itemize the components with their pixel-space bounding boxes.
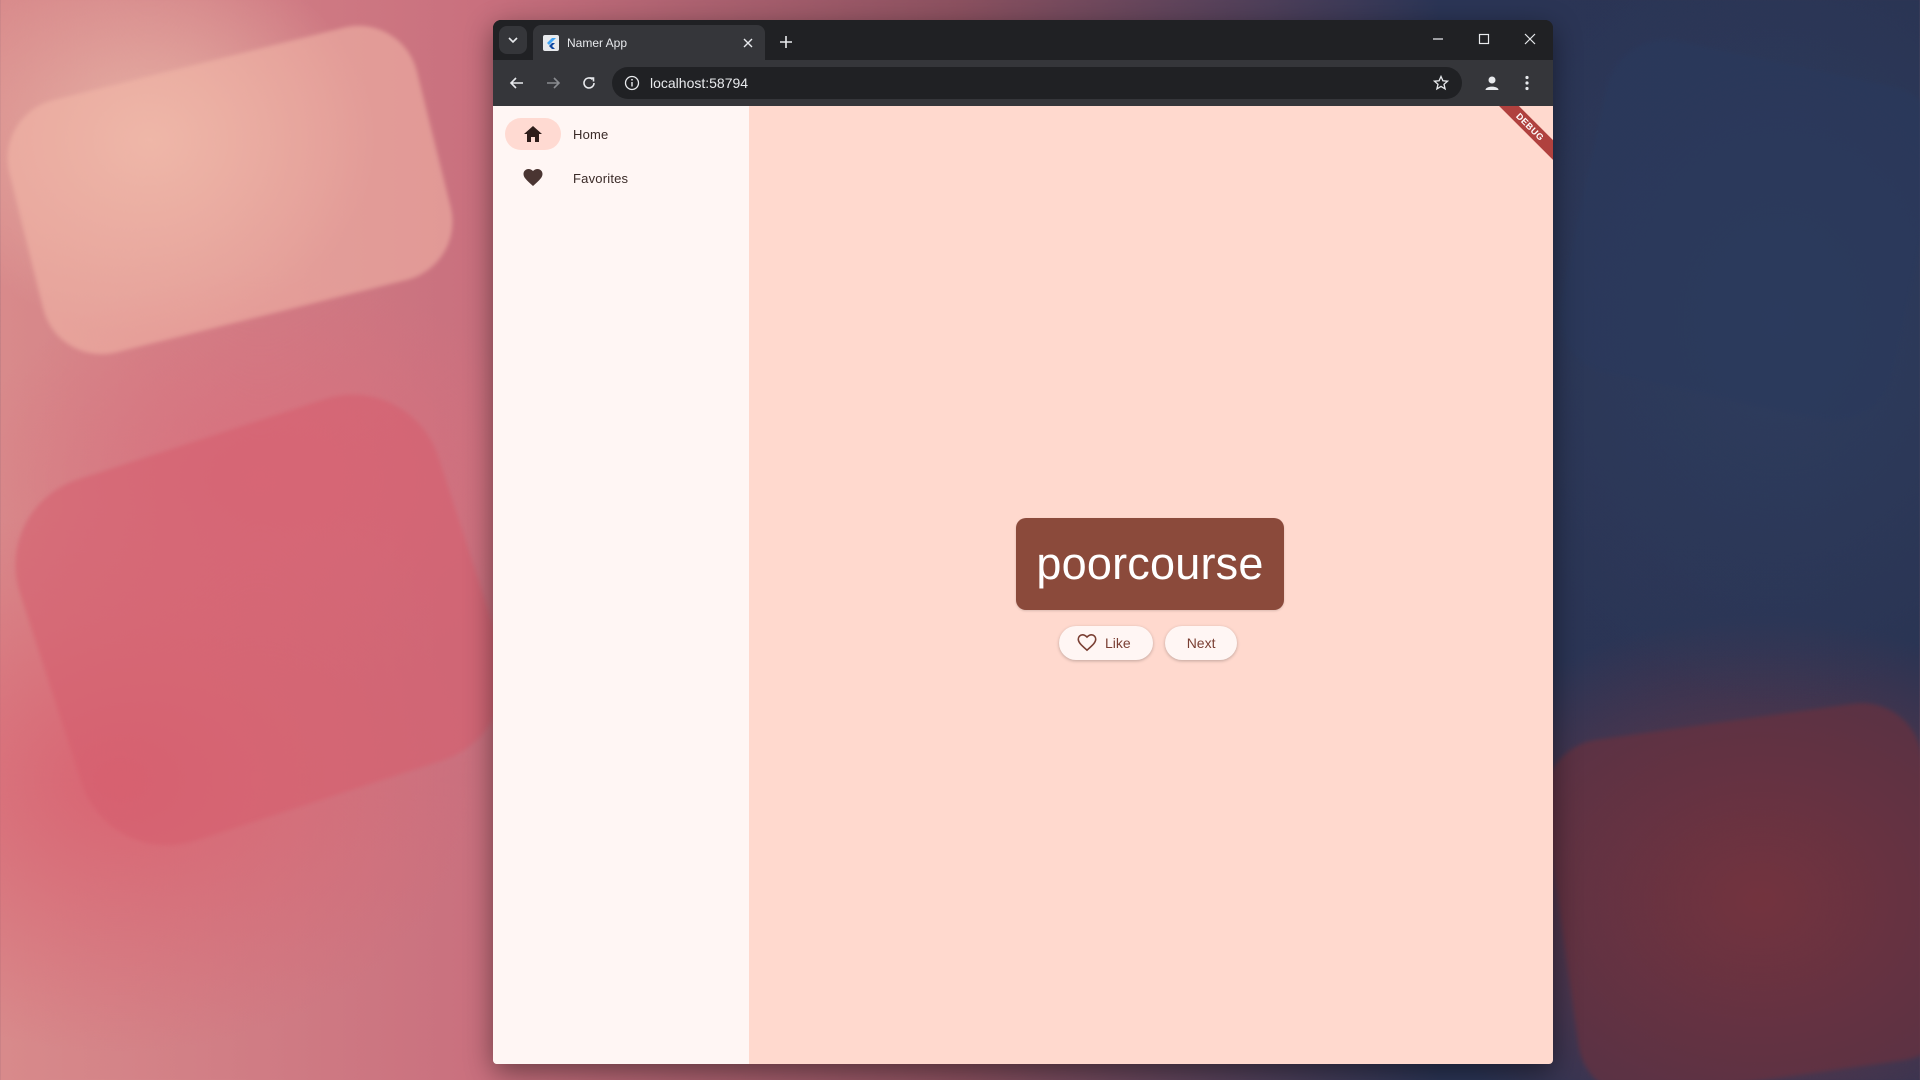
browser-menu-button[interactable] — [1515, 70, 1539, 96]
tab-namer-app[interactable]: Namer App — [533, 25, 765, 60]
nav-indicator — [505, 162, 561, 194]
close-tab-icon[interactable] — [739, 34, 757, 52]
nav-item-favorites[interactable]: Favorites — [505, 162, 628, 194]
maximize-button[interactable] — [1461, 20, 1507, 58]
close-window-button[interactable] — [1507, 20, 1553, 58]
heart-icon — [523, 169, 543, 186]
tab-strip: Namer App — [493, 20, 1553, 60]
next-button[interactable]: Next — [1164, 626, 1238, 660]
heart-outline-icon — [1077, 634, 1097, 652]
like-label: Like — [1105, 635, 1131, 651]
navigation-rail: Home Favorites — [493, 106, 749, 1064]
reload-icon — [583, 77, 595, 89]
nav-item-label: Home — [573, 126, 609, 142]
tab-search-button[interactable] — [499, 26, 527, 54]
tab-title: Namer App — [567, 35, 628, 50]
bookmark-star-icon[interactable] — [1430, 72, 1452, 94]
nav-item-home[interactable]: Home — [505, 118, 608, 150]
new-tab-button[interactable] — [773, 29, 799, 55]
address-bar[interactable]: localhost:58794 — [612, 67, 1462, 99]
home-icon — [524, 126, 542, 142]
person-icon — [1485, 76, 1499, 90]
nav-indicator — [505, 118, 561, 150]
arrow-right-icon — [547, 77, 561, 89]
flutter-favicon-icon — [543, 34, 559, 51]
nav-item-label: Favorites — [573, 170, 629, 186]
word-pair-card: poorcourse — [1016, 518, 1284, 610]
wallpaper-shape — [1548, 28, 1920, 432]
more-vertical-icon — [1525, 75, 1529, 91]
next-label: Next — [1186, 635, 1216, 651]
window-controls — [1415, 20, 1553, 60]
plus-icon — [780, 36, 792, 48]
word-pair-text: poorcourse — [1036, 538, 1264, 589]
page-viewport: Home Favorites poorcourse Like Next DEBU… — [493, 106, 1553, 1064]
wallpaper-shape — [0, 371, 528, 869]
action-buttons: Like Next — [1059, 626, 1238, 660]
profile-button[interactable] — [1479, 70, 1505, 96]
reload-button[interactable] — [575, 69, 603, 97]
minimize-icon — [1433, 38, 1443, 40]
like-button[interactable]: Like — [1059, 626, 1153, 660]
close-icon — [1524, 33, 1536, 45]
minimize-button[interactable] — [1415, 20, 1461, 58]
browser-toolbar: localhost:58794 — [493, 60, 1553, 106]
arrow-left-icon — [509, 77, 523, 89]
back-button[interactable] — [503, 69, 531, 97]
url-text: localhost:58794 — [650, 75, 749, 91]
wallpaper-shape — [0, 13, 466, 367]
site-info-icon[interactable] — [622, 73, 642, 93]
generator-page: poorcourse Like Next — [749, 106, 1553, 1064]
chevron-down-icon — [508, 37, 518, 44]
browser-window: Namer App localhost:58794 Home Favorites… — [493, 20, 1553, 1064]
forward-button[interactable] — [539, 69, 567, 97]
wallpaper-shape — [1536, 695, 1920, 1080]
maximize-icon — [1478, 33, 1490, 45]
